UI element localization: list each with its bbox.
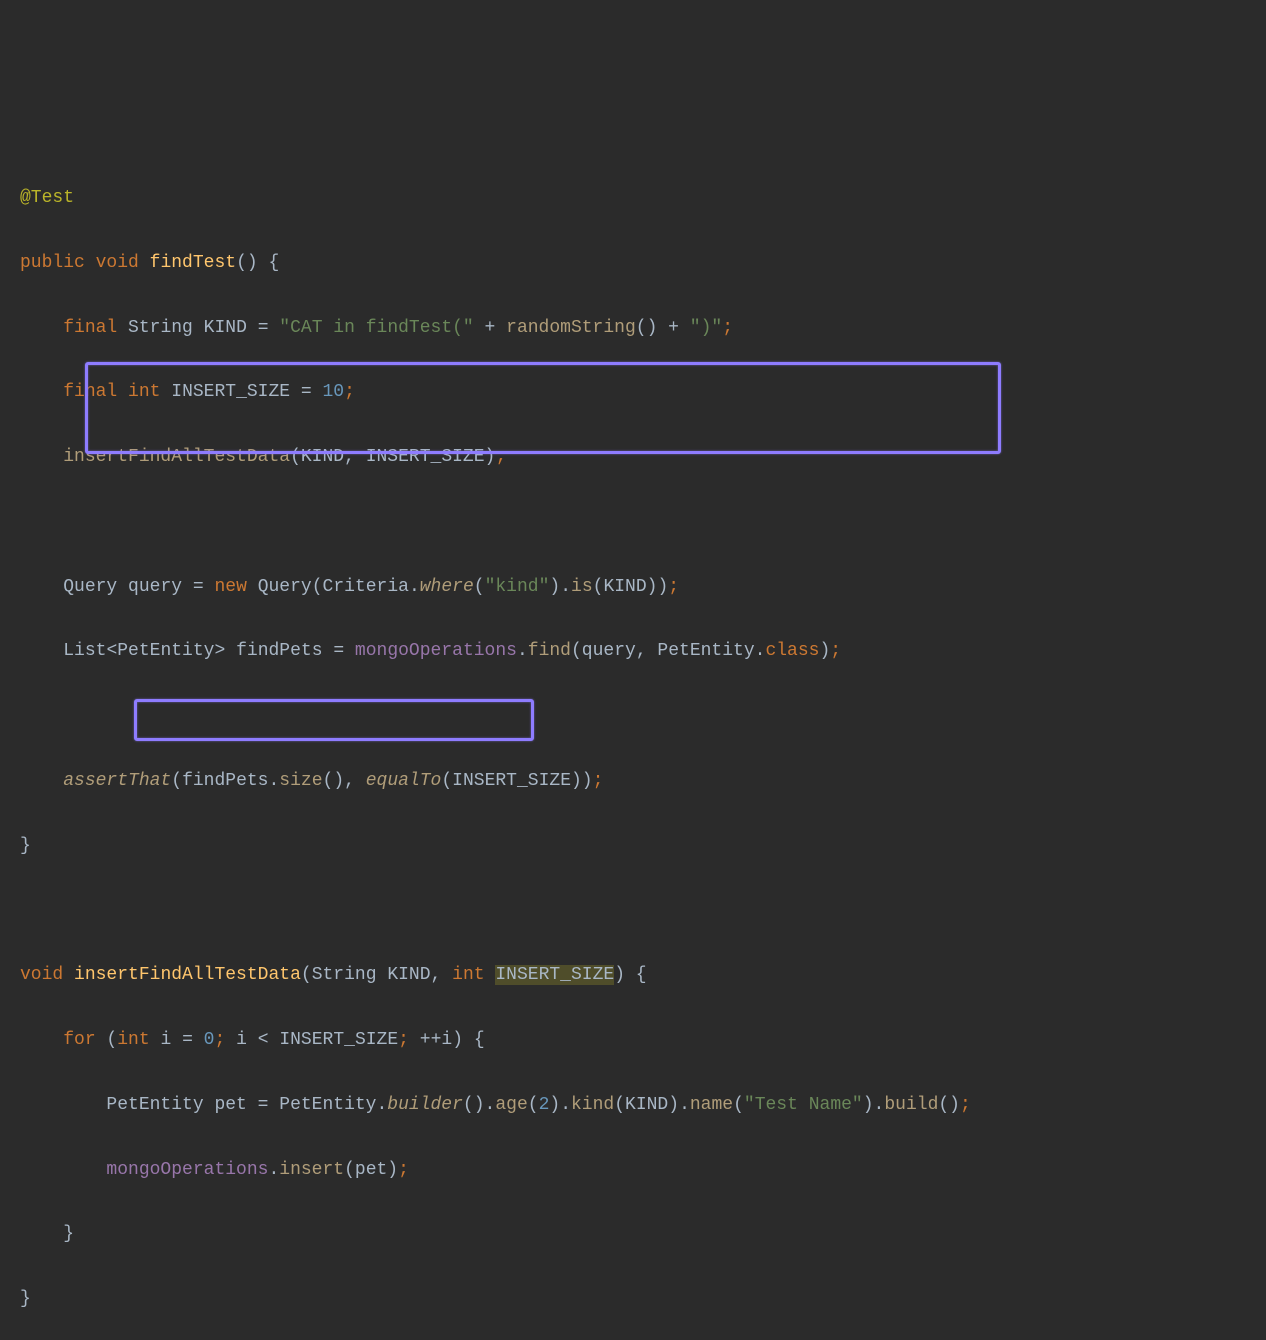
code-line: for (int i = 0; i < INSERT_SIZE; ++i) { (20, 1024, 1246, 1056)
code-line (20, 506, 1246, 538)
code-line: assertThat(findPets.size(), equalTo(INSE… (20, 765, 1246, 797)
highlighted-parameter: INSERT_SIZE (495, 965, 614, 985)
code-line: insertFindAllTestData(KIND, INSERT_SIZE)… (20, 441, 1246, 473)
annotation-token: @Test (20, 188, 74, 208)
code-editor[interactable]: @Test public void findTest() { final Str… (20, 150, 1246, 1340)
code-line: Query query = new Query(Criteria.where("… (20, 571, 1246, 603)
code-line: void insertFindAllTestData(String KIND, … (20, 959, 1246, 991)
code-line: } (20, 830, 1246, 862)
code-line (20, 700, 1246, 732)
code-line: PetEntity pet = PetEntity.builder().age(… (20, 1089, 1246, 1121)
code-line: mongoOperations.insert(pet); (20, 1154, 1246, 1186)
code-line: } (20, 1218, 1246, 1250)
code-line: List<PetEntity> findPets = mongoOperatio… (20, 635, 1246, 667)
code-line (20, 895, 1246, 927)
code-line: @Test (20, 182, 1246, 214)
code-line: final int INSERT_SIZE = 10; (20, 376, 1246, 408)
code-line: final String KIND = "CAT in findTest(" +… (20, 312, 1246, 344)
code-line: } (20, 1283, 1246, 1315)
code-line: public void findTest() { (20, 247, 1246, 279)
